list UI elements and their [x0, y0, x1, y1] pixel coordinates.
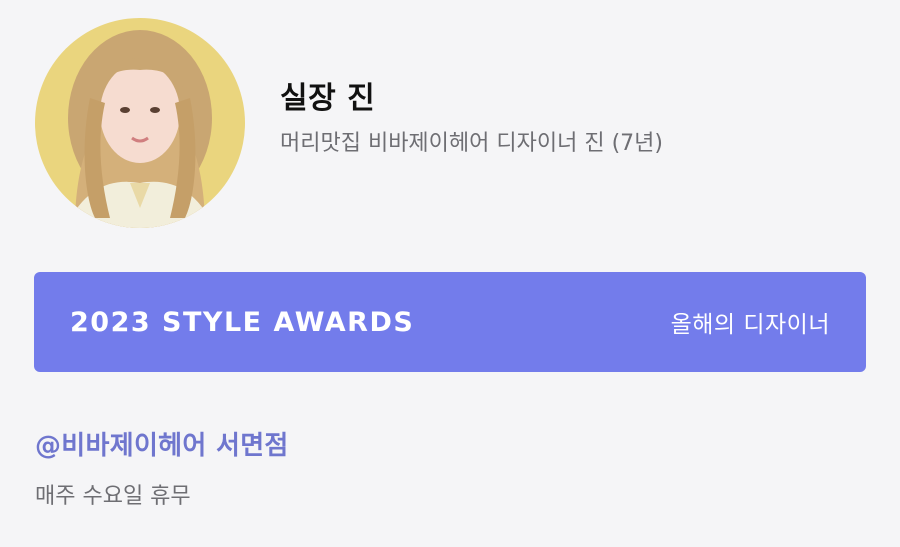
award-banner[interactable]: 2023 STYLE AWARDS 올해의 디자이너	[34, 272, 866, 372]
award-title: 2023 STYLE AWARDS	[70, 306, 415, 338]
profile-info: 실장 진 머리맛집 비바제이헤어 디자이너 진 (7년)	[280, 81, 663, 157]
avatar[interactable]	[35, 18, 245, 228]
avatar-photo	[35, 18, 245, 228]
designer-subtitle: 머리맛집 비바제이헤어 디자이너 진 (7년)	[280, 130, 663, 156]
salon-link[interactable]: @비바제이헤어 서면점	[35, 425, 289, 462]
designer-profile: 실장 진 머리맛집 비바제이헤어 디자이너 진 (7년)	[35, 18, 663, 228]
designer-name: 실장 진	[280, 80, 376, 116]
closed-day-text: 매주 수요일 휴무	[35, 484, 191, 509]
award-label: 올해의 디자이너	[670, 312, 830, 338]
